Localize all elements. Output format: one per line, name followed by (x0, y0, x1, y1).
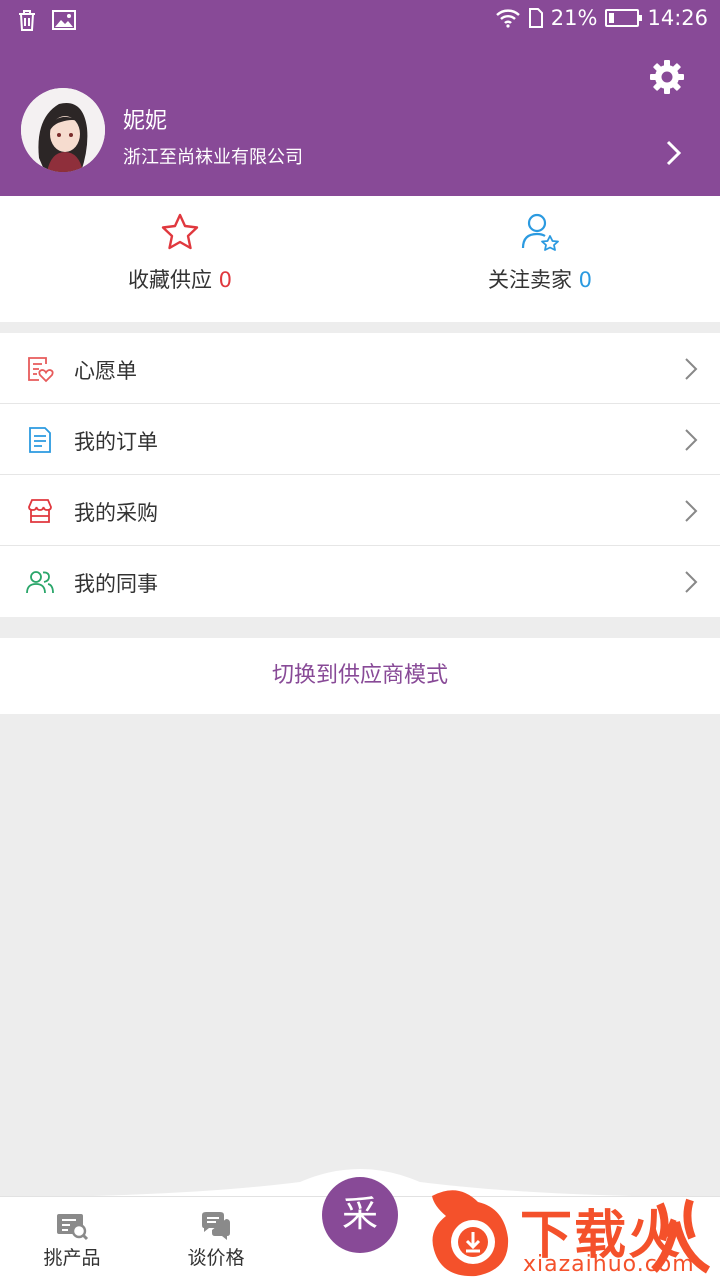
favorite-supply-label: 收藏供应 0 (0, 264, 360, 294)
user-name: 妮妮 (123, 109, 168, 134)
company-name: 浙江至尚袜业有限公司 (123, 147, 303, 168)
follow-seller-count: 0 (578, 268, 593, 292)
watermark-url: xiazaihuo.com (523, 1252, 695, 1277)
switch-to-supplier-mode-button[interactable]: 切换到供应商模式 (0, 638, 720, 714)
chat-price-icon (202, 1212, 230, 1240)
chevron-right-icon (685, 358, 698, 380)
order-icon (29, 427, 51, 453)
follow-seller-button[interactable]: 关注卖家 0 (360, 196, 720, 322)
chevron-right-icon[interactable] (662, 138, 684, 168)
sim-icon (528, 8, 543, 28)
profile-header: 21% 14:26 妮妮 浙江至尚袜业有限公司 (0, 0, 720, 196)
favorite-supply-text: 收藏供应 (127, 268, 212, 292)
colleagues-icon (26, 571, 54, 594)
settings-gear-icon[interactable] (648, 58, 686, 96)
star-icon (161, 213, 199, 250)
purchase-center-button[interactable]: 采 (322, 1177, 398, 1253)
menu-item-orders[interactable]: 我的订单 (0, 404, 720, 475)
trash-icon (19, 10, 35, 31)
nav-label-pick-products: 挑产品 (43, 1247, 101, 1269)
chevron-right-icon (685, 429, 698, 451)
chevron-right-icon (685, 500, 698, 522)
battery-icon (605, 9, 643, 27)
wishlist-icon (28, 357, 54, 383)
avatar-image (21, 88, 105, 172)
nav-negotiate-price[interactable]: 谈价格 (166, 1211, 266, 1270)
favorites-panel: 收藏供应 0 关注卖家 0 (0, 196, 720, 322)
battery-percent: 21% (550, 6, 598, 30)
user-star-icon (521, 213, 559, 251)
menu-label-orders: 我的订单 (74, 430, 158, 454)
nav-pick-products[interactable]: 挑产品 (22, 1211, 122, 1270)
chevron-right-icon (685, 571, 698, 593)
nav-label-negotiate-price: 谈价格 (187, 1247, 245, 1269)
follow-seller-label: 关注卖家 0 (360, 264, 720, 294)
menu-item-wishlist[interactable]: 心愿单 (0, 333, 720, 404)
menu-label-wishlist: 心愿单 (74, 359, 137, 383)
search-products-icon (57, 1214, 89, 1241)
image-icon (52, 10, 76, 30)
battery-level (609, 13, 615, 23)
status-bar: 21% 14:26 (0, 0, 720, 42)
menu-label-colleagues: 我的同事 (74, 572, 158, 596)
favorite-supply-button[interactable]: 收藏供应 0 (0, 196, 360, 322)
favorite-supply-count: 0 (218, 268, 233, 292)
purchase-icon (28, 499, 52, 523)
menu-list: 心愿单 我的订单 我的采购 我的同事 (0, 333, 720, 617)
follow-seller-text: 关注卖家 (487, 268, 572, 292)
avatar[interactable] (21, 88, 105, 172)
clock: 14:26 (647, 6, 708, 30)
menu-item-colleagues[interactable]: 我的同事 (0, 546, 720, 617)
wifi-icon (495, 9, 520, 28)
menu-label-purchases: 我的采购 (74, 501, 158, 525)
menu-item-purchases[interactable]: 我的采购 (0, 475, 720, 546)
